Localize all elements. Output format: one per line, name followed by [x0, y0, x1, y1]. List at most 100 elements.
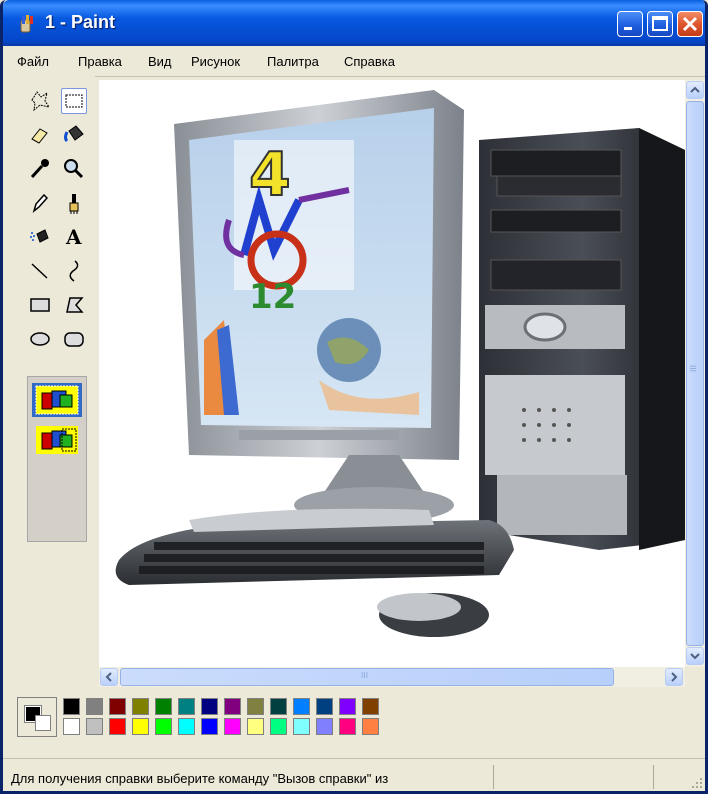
ellipse-icon	[30, 332, 50, 346]
tool-airbrush[interactable]	[27, 224, 53, 250]
palette-swatch[interactable]	[224, 698, 241, 715]
palette-swatch[interactable]	[109, 718, 126, 735]
tool-fill[interactable]	[61, 122, 87, 148]
color-palette	[3, 690, 705, 755]
tool-ellipse[interactable]	[27, 326, 53, 352]
horizontal-scrollbar[interactable]: III	[99, 667, 685, 687]
polygon-icon	[66, 297, 84, 313]
tool-curve[interactable]	[61, 258, 87, 284]
palette-swatch[interactable]	[178, 698, 195, 715]
tool-magnifier[interactable]	[61, 156, 87, 182]
palette-swatch[interactable]	[247, 718, 264, 735]
menu-bar: Файл Правка Вид Рисунок Палитра Справка	[3, 46, 705, 77]
drawing-canvas[interactable]: 4 12	[99, 80, 685, 667]
menu-file[interactable]: Файл	[17, 54, 49, 69]
vertical-scroll-thumb[interactable]: III	[686, 101, 704, 646]
window-title: 1 - Paint	[45, 12, 116, 32]
palette-swatch[interactable]	[362, 718, 379, 735]
menu-edit[interactable]: Правка	[78, 54, 122, 69]
palette-swatch[interactable]	[316, 698, 333, 715]
palette-swatch[interactable]	[155, 718, 172, 735]
computer-picture: 4 12	[115, 90, 685, 637]
option-opaque[interactable]	[32, 383, 82, 417]
maximize-button[interactable]	[647, 11, 673, 37]
toolbox: A	[3, 76, 95, 688]
thumb-grip: III	[361, 671, 369, 680]
line-icon	[31, 263, 48, 279]
current-colors[interactable]	[17, 697, 57, 737]
maximize-icon	[652, 16, 668, 31]
arrow-down-icon	[690, 653, 700, 660]
menu-help[interactable]: Справка	[344, 54, 395, 69]
background-color	[35, 715, 51, 731]
tool-brush[interactable]	[61, 190, 87, 216]
option-transparent[interactable]	[32, 423, 82, 457]
palette-swatch[interactable]	[178, 718, 195, 735]
scroll-up-button[interactable]	[686, 81, 704, 99]
eraser-icon	[31, 128, 48, 144]
tool-pencil[interactable]	[27, 190, 53, 216]
status-position-cell	[493, 765, 654, 789]
palette-swatch[interactable]	[270, 698, 287, 715]
tool-eraser[interactable]	[27, 122, 53, 148]
scroll-right-button[interactable]	[665, 668, 683, 686]
palette-swatch[interactable]	[201, 718, 218, 735]
palette-swatch[interactable]	[63, 698, 80, 715]
horizontal-scroll-thumb[interactable]: III	[120, 668, 614, 686]
fill-bucket-icon	[64, 125, 84, 143]
thumb-grip: III	[688, 364, 698, 373]
minimize-button[interactable]	[617, 11, 643, 37]
arrow-right-icon	[671, 672, 678, 682]
tool-line[interactable]	[27, 258, 53, 284]
rect-select-icon	[65, 94, 83, 108]
palette-swatch[interactable]	[316, 718, 333, 735]
palette-swatch[interactable]	[270, 718, 287, 735]
palette-swatch[interactable]	[293, 718, 310, 735]
brush-icon	[69, 194, 79, 214]
tool-text[interactable]: A	[61, 224, 87, 250]
palette-swatch[interactable]	[247, 698, 264, 715]
menu-view[interactable]: Вид	[148, 54, 172, 69]
magnifier-icon	[64, 159, 84, 179]
palette-swatch[interactable]	[109, 698, 126, 715]
status-bar: Для получения справки выберите команду "…	[3, 758, 705, 791]
tool-rectangle[interactable]	[27, 292, 53, 318]
rounded-rect-icon	[64, 332, 84, 347]
palette-swatch[interactable]	[86, 718, 103, 735]
palette-swatch[interactable]	[132, 698, 149, 715]
scroll-left-button[interactable]	[100, 668, 118, 686]
tool-rect-select[interactable]	[61, 88, 87, 114]
palette-swatch[interactable]	[86, 698, 103, 715]
pencil-icon	[32, 193, 49, 214]
palette-swatch[interactable]	[132, 718, 149, 735]
palette-swatch[interactable]	[224, 718, 241, 735]
text-icon: A	[66, 225, 82, 249]
tool-options-box	[27, 376, 87, 542]
transparent-mode-icon	[36, 426, 78, 454]
palette-swatch[interactable]	[63, 718, 80, 735]
color-picker-icon	[30, 159, 49, 179]
palette-swatch[interactable]	[201, 698, 218, 715]
palette-swatch[interactable]	[293, 698, 310, 715]
tool-rounded-rect[interactable]	[61, 326, 87, 352]
palette-swatch[interactable]	[362, 698, 379, 715]
title-bar[interactable]: 1 - Paint	[3, 0, 705, 46]
palette-swatch[interactable]	[155, 698, 172, 715]
close-button[interactable]	[677, 11, 703, 37]
close-icon	[682, 16, 698, 32]
palette-swatch[interactable]	[339, 718, 356, 735]
tool-color-picker[interactable]	[27, 156, 53, 182]
tool-polygon[interactable]	[61, 292, 87, 318]
menu-palette[interactable]: Палитра	[267, 54, 319, 69]
free-select-icon	[31, 91, 51, 112]
curve-icon	[69, 260, 79, 282]
tool-free-select[interactable]	[27, 88, 53, 114]
resize-grip-icon[interactable]	[691, 777, 703, 789]
minimize-icon	[624, 27, 632, 30]
menu-image[interactable]: Рисунок	[191, 54, 240, 69]
airbrush-icon	[30, 229, 49, 243]
scroll-down-button[interactable]	[686, 647, 704, 665]
opaque-mode-icon	[35, 385, 79, 415]
vertical-scrollbar[interactable]: III	[685, 80, 705, 667]
palette-swatch[interactable]	[339, 698, 356, 715]
